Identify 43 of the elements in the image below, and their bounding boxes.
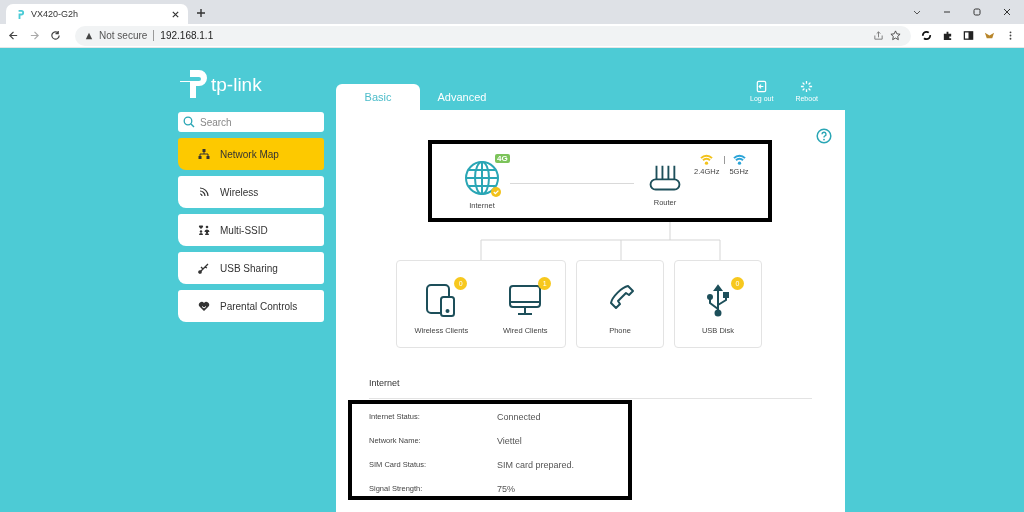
people-icon [198, 224, 210, 236]
logo-icon [178, 70, 208, 100]
globe-icon [464, 160, 500, 196]
security-label: Not secure [99, 30, 148, 41]
usb-icon [198, 262, 210, 274]
monitor-icon [508, 283, 543, 317]
menu-item[interactable]: Parental Controls [178, 290, 324, 322]
network-icon [198, 148, 210, 160]
warning-icon [85, 31, 93, 40]
section-title: Internet [369, 378, 401, 388]
search-field[interactable]: Search [178, 112, 324, 132]
tab-title: VX420-G2h [31, 9, 80, 19]
star-icon[interactable] [890, 30, 901, 41]
side-panel-icon[interactable] [963, 30, 974, 41]
field-value: SIM card prepared. [497, 460, 575, 472]
help-icon[interactable] [816, 128, 832, 144]
field-value: Viettel [497, 436, 522, 448]
reload-icon[interactable] [50, 30, 61, 41]
wifi-icon [198, 186, 210, 198]
url-text: 192.168.1.1 [160, 30, 214, 41]
menu-item[interactable]: Network Map [178, 138, 324, 170]
heart-icon [198, 300, 210, 312]
network-badge: 4G [495, 154, 510, 163]
sync-icon[interactable] [921, 30, 932, 41]
logout-icon [755, 80, 769, 93]
address-bar[interactable]: Not secure 192.168.1.1 [75, 25, 911, 46]
share-icon[interactable] [873, 30, 884, 41]
restore-icon[interactable] [972, 7, 982, 17]
menu-item[interactable]: Multi-SSID [178, 214, 324, 246]
menu-item[interactable]: USB Sharing [178, 252, 324, 284]
field-value: Connected [497, 412, 541, 424]
new-tab-icon[interactable] [196, 8, 206, 18]
back-icon[interactable] [8, 30, 19, 41]
close-icon[interactable] [171, 9, 180, 19]
browser-tab[interactable]: VX420-G2h [6, 4, 188, 24]
search-icon [183, 116, 195, 128]
field-value: 75% [497, 484, 515, 496]
logo-text: tp-link [211, 74, 262, 96]
menu-item[interactable]: Wireless [178, 176, 324, 208]
reboot-icon [800, 80, 814, 93]
puzzle-icon[interactable] [942, 30, 953, 41]
close-icon[interactable] [1002, 7, 1012, 17]
router-icon [648, 164, 682, 193]
